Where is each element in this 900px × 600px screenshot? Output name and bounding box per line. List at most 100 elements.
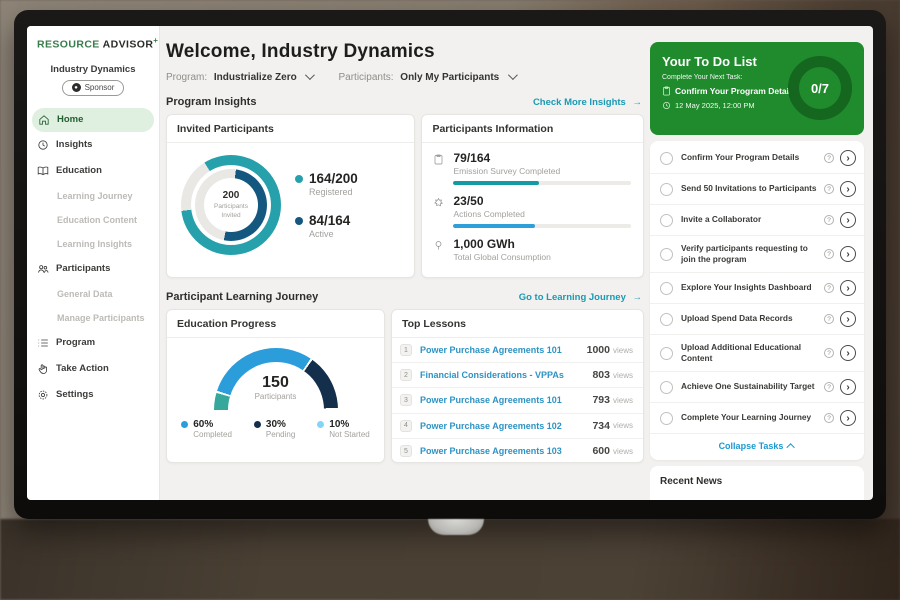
sidebar-item-education-content[interactable]: Education Content bbox=[27, 208, 159, 232]
chevron-right-icon[interactable]: › bbox=[840, 181, 856, 197]
task-checkbox[interactable] bbox=[660, 152, 673, 165]
legend-item-registered: 164/200 Registered bbox=[295, 171, 358, 197]
help-icon[interactable]: ? bbox=[824, 413, 834, 423]
section-title: Program Insights bbox=[166, 96, 256, 108]
lesson-link[interactable]: Financial Considerations - VPPAs bbox=[420, 370, 592, 380]
lesson-row[interactable]: 3 Power Purchase Agreements 101 793 view… bbox=[392, 388, 643, 413]
sidebar-item-label: Take Action bbox=[56, 363, 109, 374]
task-checkbox[interactable] bbox=[660, 313, 673, 326]
task-checkbox[interactable] bbox=[660, 214, 673, 227]
lesson-row[interactable]: 1 Power Purchase Agreements 101 1000 vie… bbox=[392, 338, 643, 363]
filters-row: Program: Industrialize Zero Participants… bbox=[166, 72, 644, 83]
task-checkbox[interactable] bbox=[660, 347, 673, 360]
lesson-link[interactable]: Power Purchase Agreements 101 bbox=[420, 395, 592, 405]
legend-item-not-started: 10% Not Started bbox=[317, 419, 369, 439]
sidebar-item-education[interactable]: Education bbox=[27, 158, 159, 184]
legend-label: Active bbox=[309, 229, 350, 239]
info-label: Emission Survey Completed bbox=[453, 166, 631, 176]
lesson-link[interactable]: Power Purchase Agreements 102 bbox=[420, 421, 592, 431]
recent-news-title: Recent News bbox=[660, 476, 854, 487]
chevron-right-icon[interactable]: › bbox=[840, 212, 856, 228]
sidebar-item-manage-participants[interactable]: Manage Participants bbox=[27, 306, 159, 330]
sidebar-item-insights[interactable]: Insights bbox=[27, 132, 159, 158]
sidebar-item-learning-insights[interactable]: Learning Insights bbox=[27, 232, 159, 256]
legend-label: Pending bbox=[266, 430, 295, 439]
program-insights-header: Program Insights Check More Insights → bbox=[166, 96, 644, 108]
help-icon[interactable]: ? bbox=[824, 153, 834, 163]
sidebar-item-label: Manage Participants bbox=[57, 313, 145, 323]
lesson-views: 600 bbox=[592, 445, 610, 457]
help-icon[interactable]: ? bbox=[824, 249, 834, 259]
progress-bar bbox=[453, 224, 631, 228]
participants-select[interactable]: Participants: Only My Participants bbox=[338, 72, 515, 83]
task-checkbox[interactable] bbox=[660, 248, 673, 261]
lesson-rank: 5 bbox=[400, 445, 412, 457]
sponsor-badge-icon: ● bbox=[72, 83, 81, 92]
check-more-insights-link[interactable]: Check More Insights → bbox=[533, 97, 642, 108]
help-icon[interactable]: ? bbox=[824, 283, 834, 293]
sponsor-badge[interactable]: ● Sponsor bbox=[62, 80, 124, 96]
lesson-row[interactable]: 2 Financial Considerations - VPPAs 803 v… bbox=[392, 363, 643, 388]
todo-progress-ring: 0/7 bbox=[788, 56, 852, 120]
sidebar-item-general-data[interactable]: General Data bbox=[27, 282, 159, 306]
task-label: Upload Additional Educational Content bbox=[681, 342, 824, 364]
sidebar-item-take-action[interactable]: Take Action bbox=[27, 356, 159, 382]
task-label: Verify participants requesting to join t… bbox=[681, 243, 824, 265]
chevron-right-icon[interactable]: › bbox=[840, 246, 856, 262]
learning-journey-header: Participant Learning Journey Go to Learn… bbox=[166, 291, 644, 303]
legend-label: Completed bbox=[193, 430, 232, 439]
lesson-row[interactable]: 5 Power Purchase Agreements 103 600 view… bbox=[392, 439, 643, 464]
sidebar-item-label: Education Content bbox=[57, 215, 137, 225]
sidebar-item-learning-journey[interactable]: Learning Journey bbox=[27, 184, 159, 208]
help-icon[interactable]: ? bbox=[824, 314, 834, 324]
sidebar-item-label: Participants bbox=[56, 263, 110, 274]
help-icon[interactable]: ? bbox=[824, 215, 834, 225]
lesson-row[interactable]: 4 Power Purchase Agreements 102 734 view… bbox=[392, 414, 643, 439]
location-pin-icon bbox=[432, 237, 445, 251]
gauge-center-value: 150 bbox=[214, 374, 338, 392]
program-select[interactable]: Program: Industrialize Zero bbox=[166, 72, 312, 83]
education-progress-card: Education Progress 150 Participants bbox=[166, 309, 385, 463]
go-to-learning-journey-link[interactable]: Go to Learning Journey → bbox=[519, 292, 642, 303]
legend-item-active: 84/164 Active bbox=[295, 213, 358, 239]
chevron-right-icon[interactable]: › bbox=[840, 379, 856, 395]
task-row[interactable]: Complete Your Learning Journey ? › bbox=[650, 403, 864, 434]
sidebar-item-settings[interactable]: Settings bbox=[27, 382, 159, 408]
task-checkbox[interactable] bbox=[660, 381, 673, 394]
task-row[interactable]: Send 50 Invitations to Participants ? › bbox=[650, 174, 864, 205]
help-icon[interactable]: ? bbox=[824, 184, 834, 194]
progress-bar-fill bbox=[453, 181, 538, 185]
task-row[interactable]: Verify participants requesting to join t… bbox=[650, 236, 864, 273]
help-icon[interactable]: ? bbox=[824, 348, 834, 358]
chevron-right-icon[interactable]: › bbox=[840, 150, 856, 166]
settings-icon bbox=[37, 389, 49, 401]
invited-legend: 164/200 Registered 84/164 Active bbox=[295, 171, 358, 239]
task-row[interactable]: Invite a Collaborator ? › bbox=[650, 205, 864, 236]
card-title: Education Progress bbox=[167, 310, 384, 338]
sidebar-item-program[interactable]: Program bbox=[27, 330, 159, 356]
section-title: Participant Learning Journey bbox=[166, 291, 318, 303]
chevron-right-icon[interactable]: › bbox=[840, 410, 856, 426]
photo-scene: RESOURCE ADVISOR+ Industry Dynamics ● Sp… bbox=[0, 0, 900, 600]
help-icon[interactable]: ? bbox=[824, 382, 834, 392]
invited-participants-card: Invited Participants 200 Participants In… bbox=[166, 114, 415, 278]
sidebar-item-home[interactable]: Home bbox=[32, 108, 154, 132]
chevron-right-icon[interactable]: › bbox=[840, 280, 856, 296]
sidebar: RESOURCE ADVISOR+ Industry Dynamics ● Sp… bbox=[27, 26, 160, 500]
collapse-tasks-link[interactable]: Collapse Tasks bbox=[650, 434, 864, 458]
sidebar-item-participants[interactable]: Participants bbox=[27, 256, 159, 282]
task-row[interactable]: Explore Your Insights Dashboard ? › bbox=[650, 273, 864, 304]
chevron-right-icon[interactable]: › bbox=[840, 311, 856, 327]
logo-part-1: RESOURCE bbox=[37, 39, 100, 51]
task-label: Achieve One Sustainability Target bbox=[681, 381, 824, 392]
task-checkbox[interactable] bbox=[660, 412, 673, 425]
chevron-right-icon[interactable]: › bbox=[840, 345, 856, 361]
task-checkbox[interactable] bbox=[660, 183, 673, 196]
lesson-link[interactable]: Power Purchase Agreements 101 bbox=[420, 345, 587, 355]
task-row[interactable]: Confirm Your Program Details ? › bbox=[650, 143, 864, 174]
lesson-link[interactable]: Power Purchase Agreements 103 bbox=[420, 446, 592, 456]
task-row[interactable]: Achieve One Sustainability Target ? › bbox=[650, 372, 864, 403]
task-checkbox[interactable] bbox=[660, 282, 673, 295]
task-row[interactable]: Upload Spend Data Records ? › bbox=[650, 304, 864, 335]
task-row[interactable]: Upload Additional Educational Content ? … bbox=[650, 335, 864, 372]
